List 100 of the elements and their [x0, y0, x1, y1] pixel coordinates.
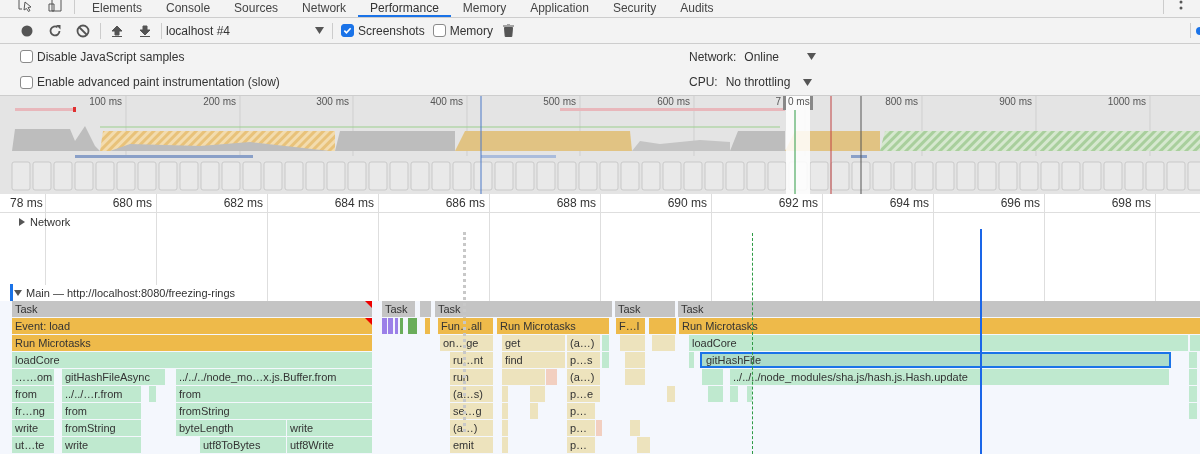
flame-block[interactable]: loadCore: [689, 335, 1188, 351]
flame-block[interactable]: p…: [567, 437, 595, 453]
flame-block[interactable]: (a…): [567, 335, 600, 351]
flame-block[interactable]: Task: [615, 301, 675, 317]
panel-tab[interactable]: Elements: [80, 0, 155, 17]
flame-block[interactable]: write: [12, 420, 54, 436]
checkbox[interactable]: [20, 50, 33, 64]
flame-block[interactable]: gitHashFileAsync: [62, 369, 165, 385]
collapse-triangle-icon[interactable]: [14, 289, 22, 298]
flame-block[interactable]: [649, 318, 676, 334]
flame-block[interactable]: [502, 420, 508, 436]
flame-block[interactable]: ut…te: [12, 437, 54, 453]
flame-block[interactable]: [502, 403, 508, 419]
flame-block[interactable]: [1189, 386, 1197, 402]
flame-block[interactable]: [546, 369, 557, 385]
flame-block[interactable]: (a…s): [450, 386, 493, 402]
checkbox[interactable]: [341, 24, 354, 37]
flame-block[interactable]: [420, 301, 431, 317]
flame-block[interactable]: Task: [12, 301, 372, 317]
download-icon[interactable]: [139, 23, 151, 38]
flame-block[interactable]: [382, 318, 387, 334]
flame-block[interactable]: se…g: [450, 403, 493, 419]
flame-block[interactable]: [400, 318, 403, 334]
flame-block[interactable]: utf8ToBytes: [200, 437, 286, 453]
inspect-element-icon[interactable]: [18, 0, 34, 12]
flame-block[interactable]: [149, 386, 156, 402]
flame-block[interactable]: utf8Write: [287, 437, 372, 453]
panel-tab[interactable]: Audits: [668, 0, 726, 17]
flame-block[interactable]: get: [502, 335, 565, 351]
throttling-select[interactable]: No throttling: [725, 73, 812, 92]
flame-block[interactable]: ……om: [12, 369, 54, 385]
panel-tab[interactable]: Console: [154, 0, 223, 17]
flame-block[interactable]: Task: [382, 301, 415, 317]
panel-tab[interactable]: Security: [600, 0, 669, 17]
reload-icon[interactable]: [48, 23, 62, 38]
flame-block[interactable]: [602, 352, 609, 368]
flame-block[interactable]: ../../../node_modules/sha.js/hash.js.Hash.update: [730, 369, 1169, 385]
flame-block[interactable]: Run Microtasks: [497, 318, 609, 334]
flame-block[interactable]: from: [176, 386, 372, 402]
flame-block[interactable]: [1189, 352, 1197, 368]
flame-block[interactable]: gitHashFile: [700, 352, 1171, 368]
profile-select[interactable]: localhost #4: [166, 21, 328, 40]
flame-block[interactable]: write: [287, 420, 372, 436]
flame-block[interactable]: F…l: [616, 318, 645, 334]
flame-block[interactable]: [502, 369, 545, 385]
checkbox[interactable]: [432, 24, 446, 37]
flame-block[interactable]: Fun…all: [438, 318, 493, 334]
flame-block[interactable]: find: [502, 352, 565, 368]
panel-tab[interactable]: Memory: [450, 0, 519, 17]
flame-block[interactable]: on…ge: [440, 335, 493, 351]
flame-block[interactable]: [1189, 369, 1197, 385]
flame-block[interactable]: [395, 318, 398, 334]
flame-block[interactable]: [637, 437, 650, 453]
flame-block[interactable]: [408, 318, 417, 334]
flame-block[interactable]: Run Microtasks: [679, 318, 1200, 334]
record-icon[interactable]: [20, 23, 34, 38]
flame-block[interactable]: [502, 386, 508, 402]
flame-block[interactable]: (a…): [450, 420, 493, 436]
expand-triangle-icon[interactable]: [18, 218, 26, 227]
flame-block[interactable]: [630, 420, 640, 436]
flame-block[interactable]: Event: load: [12, 318, 372, 334]
flame-block[interactable]: byteLength: [176, 420, 286, 436]
flame-block[interactable]: [625, 352, 645, 368]
flame-block[interactable]: [502, 437, 508, 453]
flame-block[interactable]: [596, 420, 602, 436]
flame-block[interactable]: p…: [567, 420, 595, 436]
panel-tab[interactable]: Sources: [222, 0, 291, 17]
throttling-select[interactable]: Online: [744, 47, 817, 66]
flame-block[interactable]: ru…nt: [450, 352, 493, 368]
flame-block[interactable]: [530, 403, 538, 419]
flame-block[interactable]: [388, 318, 393, 334]
trash-icon[interactable]: [503, 24, 515, 37]
flame-block[interactable]: fromString: [62, 420, 141, 436]
settings-icon[interactable]: [1196, 25, 1200, 37]
flame-block[interactable]: from: [62, 403, 141, 419]
flame-block[interactable]: p…: [567, 403, 595, 419]
flame-block[interactable]: p…e: [567, 386, 600, 402]
flame-block[interactable]: Run Microtasks: [12, 335, 372, 351]
flame-block[interactable]: loadCore: [12, 352, 372, 368]
flame-block[interactable]: [689, 352, 694, 368]
flame-block[interactable]: [1189, 403, 1197, 419]
flame-block[interactable]: p…s: [567, 352, 600, 368]
flame-block[interactable]: [602, 335, 609, 351]
flame-block[interactable]: [530, 386, 545, 402]
flame-block[interactable]: Task: [678, 301, 1200, 317]
flame-block[interactable]: from: [12, 386, 54, 402]
flame-block[interactable]: emit: [450, 437, 493, 453]
flame-block[interactable]: write: [62, 437, 141, 453]
upload-icon[interactable]: [111, 23, 123, 38]
flame-block[interactable]: [1190, 335, 1200, 351]
checkbox[interactable]: [20, 75, 33, 89]
panel-tab[interactable]: Network: [290, 0, 359, 17]
more-options-icon[interactable]: [1179, 0, 1183, 12]
flame-block[interactable]: [747, 386, 752, 402]
flame-block[interactable]: fromString: [176, 403, 372, 419]
flame-block[interactable]: [625, 369, 645, 385]
flame-block[interactable]: [652, 335, 675, 351]
flame-block[interactable]: (a…): [567, 369, 600, 385]
clear-icon[interactable]: [76, 23, 90, 38]
flame-block[interactable]: [702, 369, 723, 385]
